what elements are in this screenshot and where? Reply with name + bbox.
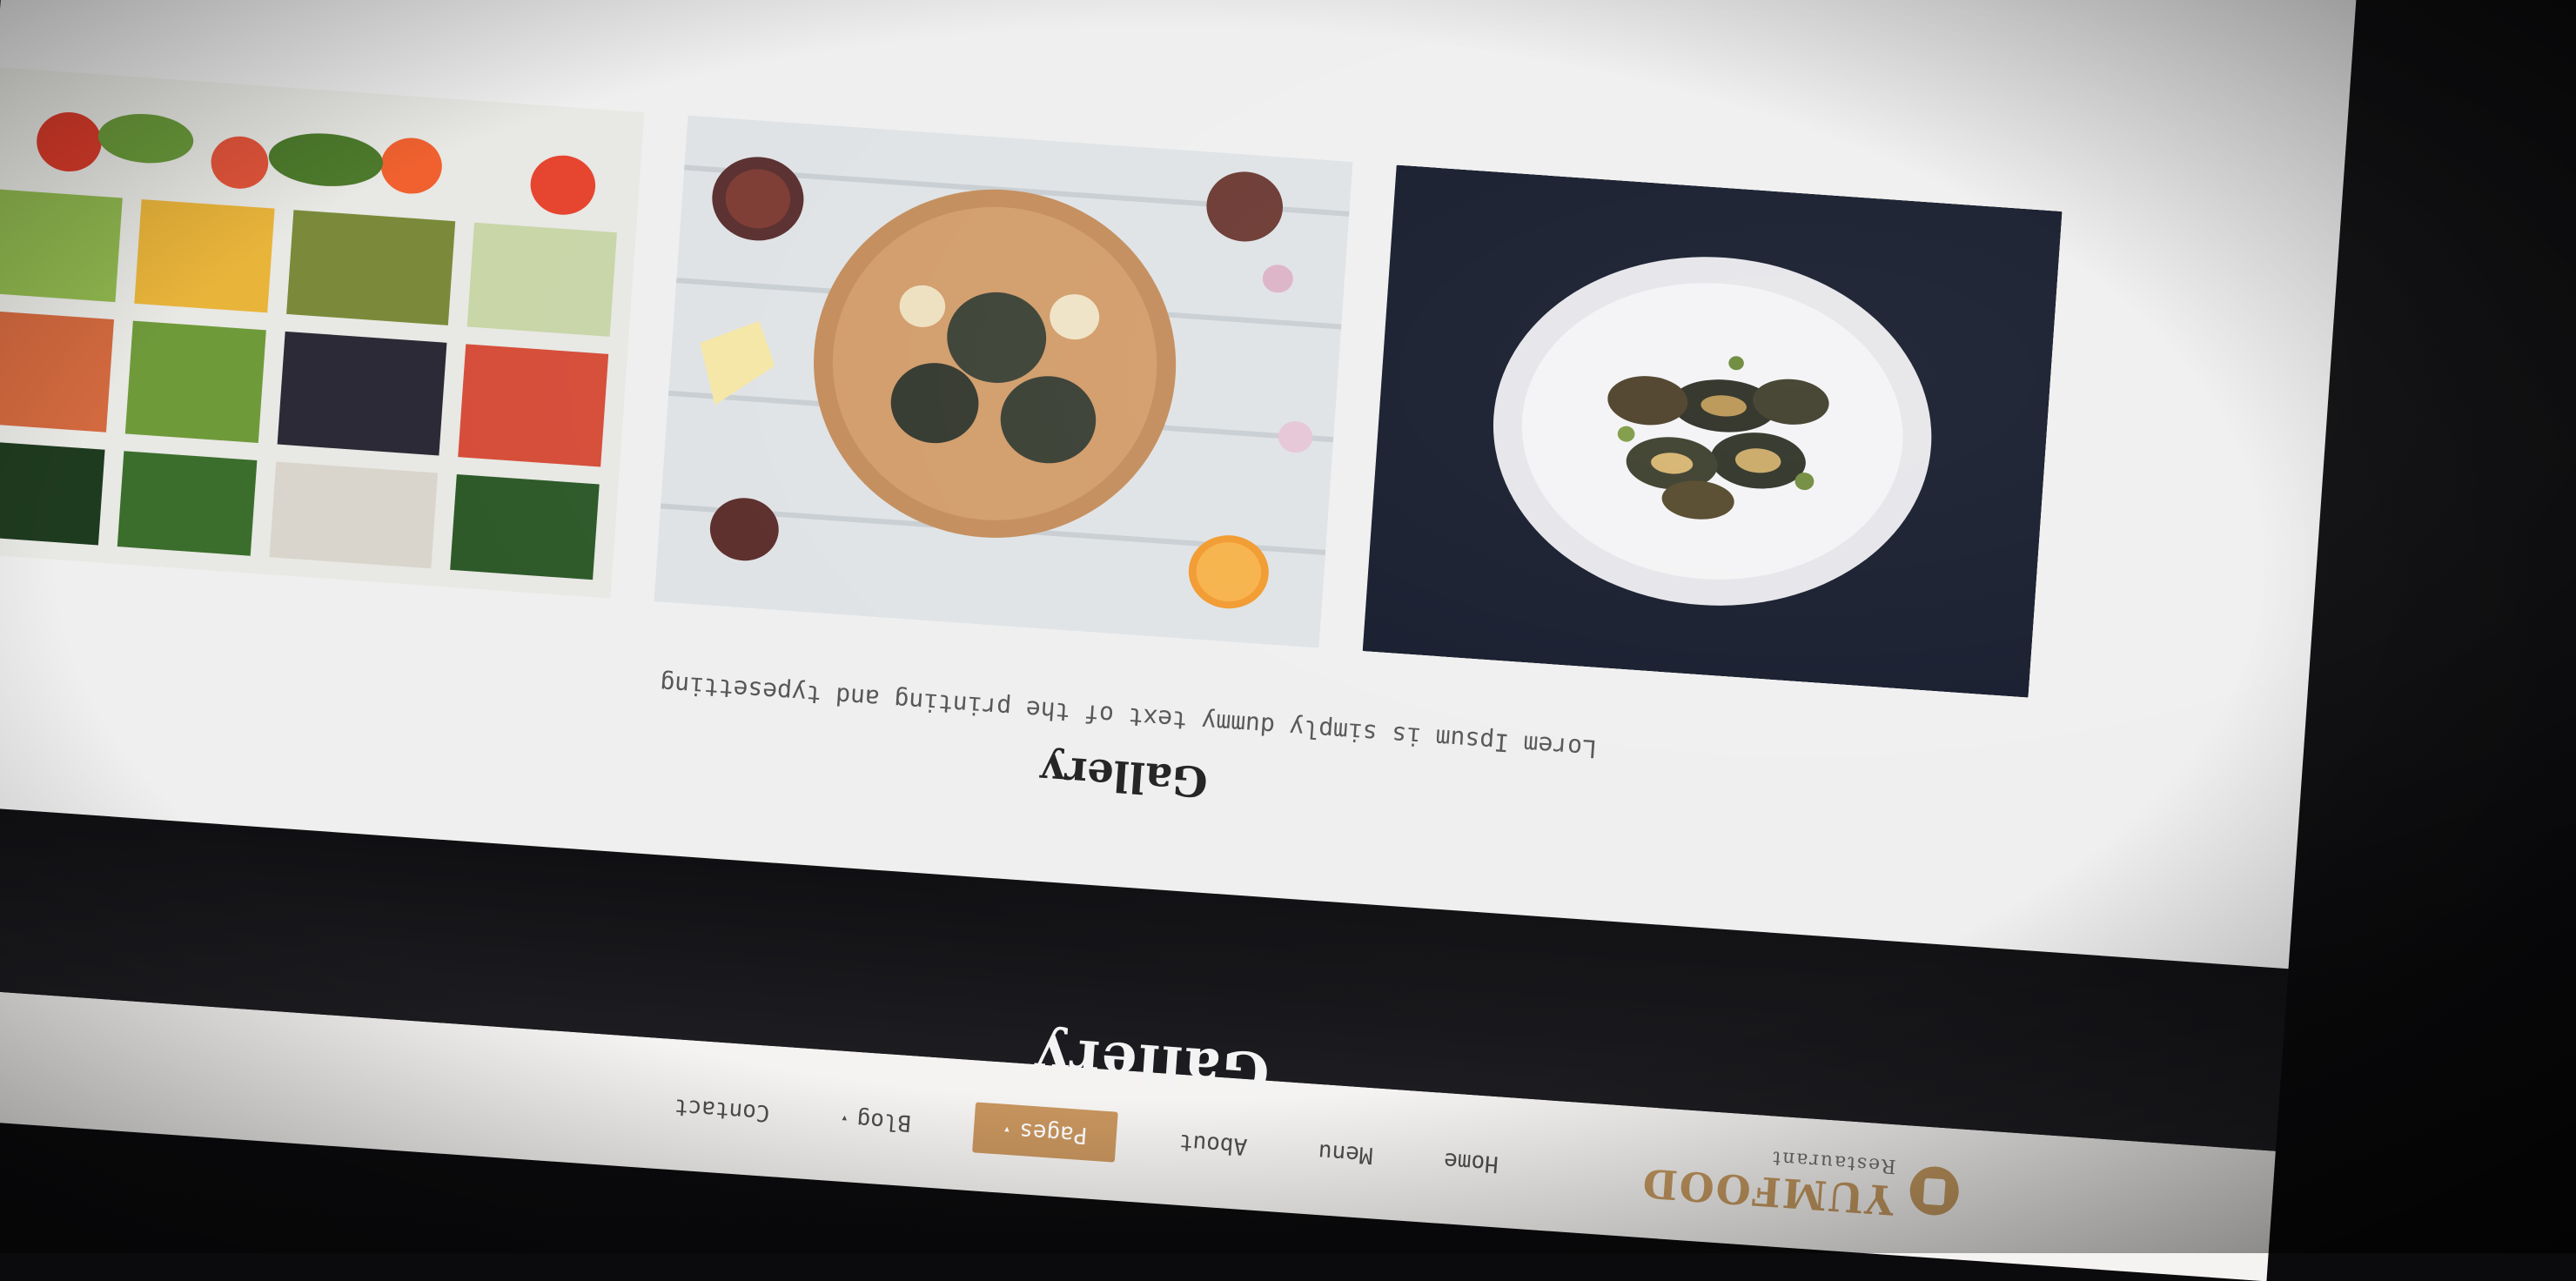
tart-on-board-image[interactable] — [654, 115, 1353, 648]
nav-blog[interactable]: Blog ▾ — [830, 1092, 922, 1149]
nav-about-label: About — [1177, 1128, 1249, 1160]
nav-pages[interactable]: Pages ▾ — [971, 1102, 1119, 1163]
vegetable-market-image[interactable] — [0, 65, 645, 599]
mussels-plate-art — [1362, 164, 2063, 698]
tart-on-board-art — [654, 115, 1353, 648]
gallery-section: Gallery Lorem Ipsum is simply dummy text… — [0, 0, 2358, 969]
mussels-plate-image[interactable] — [1362, 164, 2063, 698]
nav-about[interactable]: About — [1169, 1116, 1258, 1172]
screen: YUMFOOD Restaurant Home Menu About Pages… — [0, 0, 2358, 1281]
nav-menu[interactable]: Menu — [1308, 1125, 1383, 1181]
nav-contact[interactable]: Contact — [664, 1081, 780, 1139]
main-nav: Home Menu About Pages ▾ Blog ▾ Contact — [664, 1081, 1509, 1190]
gallery-grid — [0, 0, 2070, 698]
vegetable-market-art — [0, 65, 645, 599]
nav-contact-label: Contact — [674, 1093, 771, 1126]
brand-logo[interactable]: YUMFOOD Restaurant — [1640, 1138, 1961, 1224]
nav-home-label: Home — [1443, 1147, 1499, 1177]
webpage: YUMFOOD Restaurant Home Menu About Pages… — [0, 0, 2358, 1281]
logo-text: YUMFOOD Restaurant — [1640, 1138, 1896, 1224]
nav-home[interactable]: Home — [1433, 1134, 1508, 1190]
nav-menu-label: Menu — [1317, 1138, 1374, 1169]
nav-pages-label: Pages — [1018, 1117, 1089, 1149]
nav-blog-label: Blog — [855, 1105, 913, 1137]
logo-icon — [1908, 1164, 1961, 1217]
chevron-down-icon: ▾ — [840, 1110, 849, 1126]
chevron-down-icon: ▾ — [1003, 1122, 1011, 1137]
